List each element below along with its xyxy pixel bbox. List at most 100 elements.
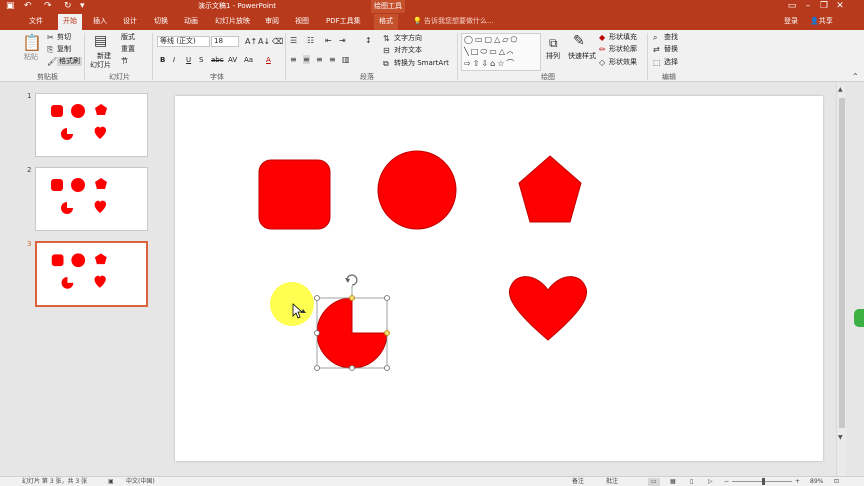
layout-button[interactable]: 版式 (121, 33, 135, 42)
fit-to-window-icon[interactable]: ⊡ (834, 478, 839, 486)
tab-animations[interactable]: 动画 (184, 16, 198, 27)
align-right-icon[interactable]: ≡ (316, 55, 323, 64)
circle-shape[interactable] (377, 150, 457, 230)
new-slide-icon[interactable]: ▤ (94, 33, 107, 49)
slide-thumbnail-3[interactable] (35, 241, 148, 307)
grow-font-icon[interactable]: A↑ (245, 37, 257, 46)
font-size-select[interactable]: 18 (211, 36, 239, 47)
search-icon[interactable]: ⌕ (653, 33, 657, 42)
format-painter-icon[interactable]: 🖌 (47, 57, 57, 66)
slide-thumbnail-2[interactable] (35, 167, 148, 231)
shape-fill-button[interactable]: 形状填充 (609, 33, 637, 42)
cut-icon[interactable]: ✂ (47, 33, 54, 42)
tab-slideshow[interactable]: 幻灯片放映 (215, 16, 250, 27)
slideshow-view-icon[interactable]: ▷ (708, 478, 713, 486)
heart-shape[interactable] (508, 276, 588, 341)
copy-icon[interactable]: ⎘ (47, 45, 53, 54)
bold-button[interactable]: B (160, 56, 165, 65)
font-name-select[interactable]: 等线 (正文) (157, 36, 210, 47)
slide-thumbnail-1[interactable] (35, 93, 148, 157)
tab-home[interactable]: 开始 (58, 14, 82, 30)
zoom-level[interactable]: 89% (810, 478, 823, 486)
zoom-slider-thumb[interactable] (762, 478, 765, 485)
ribbon-display-icon[interactable]: ▭ (784, 0, 800, 13)
redo-icon[interactable]: ↷ (44, 1, 52, 12)
zoom-in-button[interactable]: + (795, 478, 800, 486)
reset-button[interactable]: 重置 (121, 45, 135, 54)
shape-outline-button[interactable]: 形状轮廓 (609, 45, 637, 54)
scroll-up-icon[interactable]: ▲ (838, 86, 843, 93)
arrange-button[interactable]: 排列 (546, 52, 560, 61)
customize-icon[interactable]: ▾ (80, 1, 85, 12)
shape-fill-icon[interactable]: ◆ (599, 33, 605, 42)
align-left-icon[interactable]: ≡ (290, 55, 297, 64)
vertical-scrollbar[interactable]: ▲ ▼ (836, 84, 846, 476)
decrease-indent-icon[interactable]: ⇤ (325, 36, 332, 45)
shadow-button[interactable]: S (199, 56, 203, 65)
language-indicator[interactable]: 中文(中国) (126, 478, 155, 486)
refresh-icon[interactable]: ↻ (64, 1, 72, 12)
find-button[interactable]: 查找 (664, 33, 678, 42)
side-widget-icon[interactable] (854, 309, 864, 327)
tab-transitions[interactable]: 切换 (154, 16, 168, 27)
line-spacing-icon[interactable]: ↕ (365, 36, 372, 45)
text-direction-icon[interactable]: ⇅ (383, 34, 390, 43)
spellcheck-icon[interactable]: ▣ (108, 478, 114, 486)
comments-button[interactable]: 批注 (606, 478, 618, 486)
pentagon-shape[interactable] (518, 155, 582, 223)
align-text-button[interactable]: 对齐文本 (394, 46, 422, 55)
underline-button[interactable]: U (186, 56, 191, 65)
numbering-icon[interactable]: ☷ (307, 36, 314, 45)
quick-styles-button[interactable]: 快速样式 (568, 52, 596, 61)
slide-sorter-icon[interactable]: ▦ (670, 478, 676, 486)
strikethrough-button[interactable]: abc (211, 56, 224, 65)
align-center-icon[interactable]: ≡ (303, 55, 310, 64)
clear-format-icon[interactable]: ⌫ (272, 37, 283, 46)
copy-button[interactable]: 复制 (57, 45, 71, 54)
tab-view[interactable]: 视图 (295, 16, 309, 27)
minimize-button[interactable]: – (800, 0, 816, 13)
close-button[interactable]: ✕ (832, 0, 848, 13)
slide-canvas[interactable] (175, 96, 823, 461)
select-button[interactable]: 选择 (664, 58, 678, 67)
replace-icon[interactable]: ⇄ (653, 45, 660, 54)
share-button[interactable]: 👤共享 (810, 16, 833, 27)
scroll-down-icon[interactable]: ▼ (838, 434, 843, 441)
select-icon[interactable]: ⬚ (653, 58, 661, 67)
undo-icon[interactable]: ↶ (24, 1, 32, 12)
text-direction-button[interactable]: 文字方向 (394, 34, 422, 43)
zoom-out-button[interactable]: − (724, 478, 729, 486)
collapse-ribbon-icon[interactable]: ⌃ (852, 72, 859, 81)
tab-insert[interactable]: 插入 (93, 16, 107, 27)
char-spacing-button[interactable]: AV (228, 56, 237, 65)
paste-icon[interactable]: 📋 (22, 34, 42, 52)
replace-button[interactable]: 替换 (664, 45, 678, 54)
justify-icon[interactable]: ≡ (329, 55, 336, 64)
format-painter-button[interactable]: 格式刷 (57, 57, 82, 66)
scroll-thumb[interactable] (839, 98, 845, 428)
new-slide-label[interactable]: 新建 (97, 52, 111, 61)
restore-button[interactable]: ❐ (816, 0, 832, 13)
tab-file[interactable]: 文件 (29, 16, 43, 27)
smartart-icon[interactable]: ⧉ (383, 59, 389, 68)
tab-format[interactable]: 格式 (374, 14, 398, 30)
new-slide-label-2[interactable]: 幻灯片 (90, 61, 111, 70)
increase-indent-icon[interactable]: ⇥ (339, 36, 346, 45)
reading-view-icon[interactable]: ▯ (690, 478, 693, 486)
cut-button[interactable]: 剪切 (57, 33, 71, 42)
italic-button[interactable]: I (173, 56, 175, 65)
bullets-icon[interactable]: ☰ (290, 36, 297, 45)
shape-effects-button[interactable]: 形状效果 (609, 58, 637, 67)
arrange-icon[interactable]: ⧉ (549, 36, 558, 50)
tab-design[interactable]: 设计 (123, 16, 137, 27)
shape-outline-icon[interactable]: ✏ (599, 45, 606, 54)
tab-review[interactable]: 审阅 (265, 16, 279, 27)
shape-effects-icon[interactable]: ◇ (599, 58, 605, 67)
align-text-icon[interactable]: ⊟ (383, 46, 390, 55)
quick-styles-icon[interactable]: ✎ (573, 33, 585, 49)
save-icon[interactable]: ▣ (6, 1, 15, 12)
rounded-rectangle-shape[interactable] (258, 159, 331, 230)
font-color-button[interactable]: A (266, 56, 271, 65)
normal-view-icon[interactable]: ▭ (648, 478, 660, 486)
shapes-gallery[interactable]: ◯▭▢△▱⬠ ╲□⬭▭△⌒ ⇨⇧⇩⌂☆⌒ (461, 33, 541, 71)
